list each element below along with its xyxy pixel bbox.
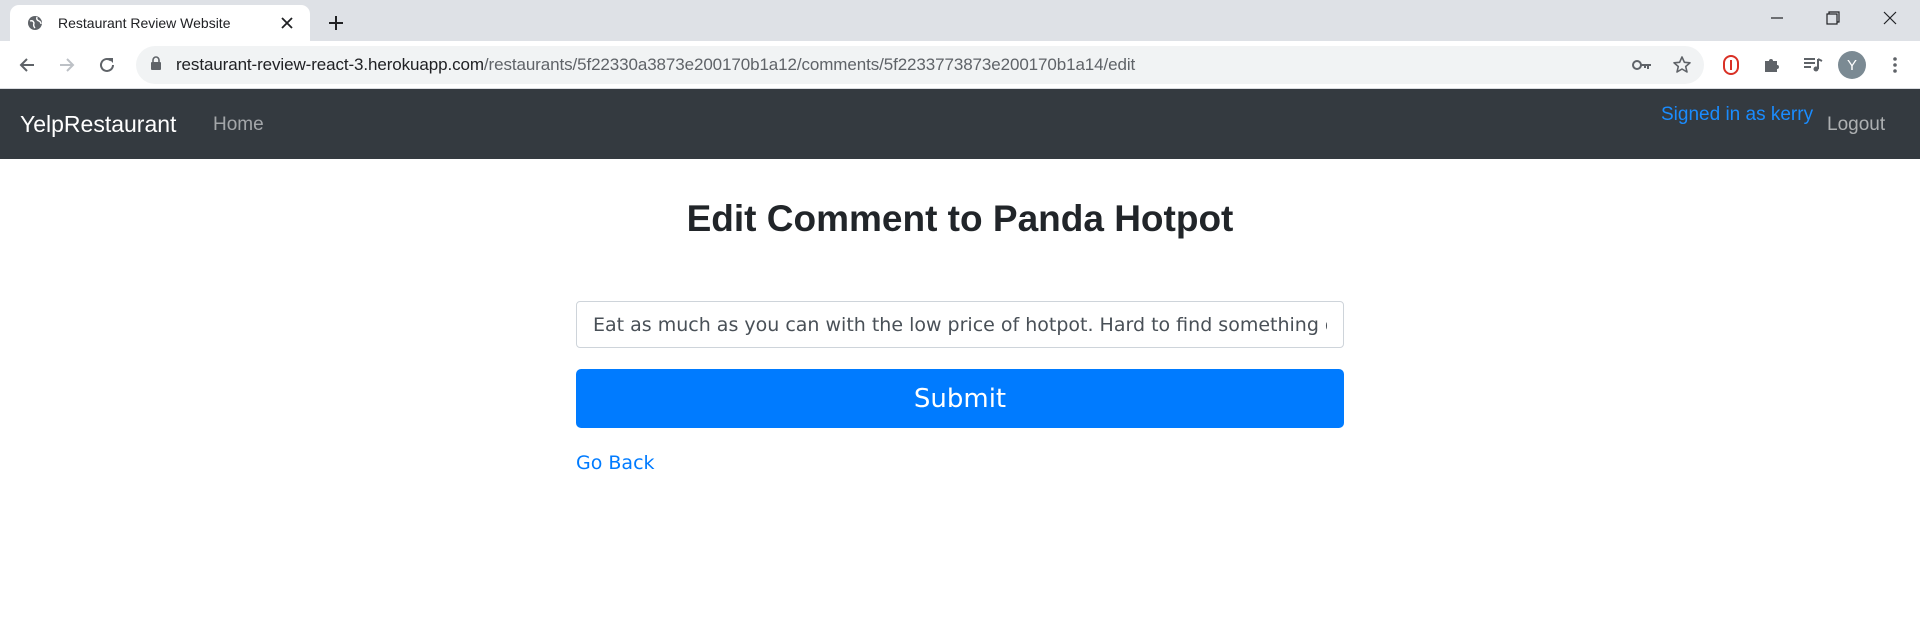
logout-link[interactable]: Logout [1827,114,1885,136]
forward-icon[interactable] [51,49,83,81]
close-icon[interactable] [276,12,298,34]
media-icon[interactable] [1797,49,1829,81]
nav-home-link[interactable]: Home [213,114,264,136]
brand-link[interactable]: YelpRestaurant [20,111,176,138]
plus-icon[interactable] [322,9,350,37]
profile-avatar[interactable]: Y [1838,51,1866,79]
site-navbar: YelpRestaurant Home Signed in as kerry L… [0,89,1920,159]
menu-dots-icon[interactable] [1879,49,1911,81]
shield-icon[interactable] [1715,49,1747,81]
page-title: Edit Comment to Panda Hotpot [686,198,1234,239]
close-window-icon[interactable] [1862,0,1918,36]
back-icon[interactable] [11,49,43,81]
star-icon[interactable] [1666,49,1698,81]
puzzle-icon[interactable] [1756,49,1788,81]
restore-icon[interactable] [1805,0,1861,36]
url-text: restaurant-review-react-3.herokuapp.com/… [176,55,1136,74]
browser-tab[interactable]: Restaurant Review Website [10,5,310,41]
globe-icon [26,14,44,32]
reload-icon[interactable] [91,49,123,81]
tab-title: Restaurant Review Website [58,15,231,31]
go-back-link[interactable]: Go Back [576,452,655,474]
submit-button[interactable]: Submit [576,369,1344,428]
key-icon[interactable] [1626,49,1658,81]
minimize-icon[interactable] [1749,0,1805,36]
signed-in-user-link[interactable]: Signed in as kerry [1661,104,1813,126]
address-bar[interactable]: restaurant-review-react-3.herokuapp.com/… [136,46,1704,84]
lock-icon [150,55,162,75]
comment-input[interactable] [576,301,1344,348]
browser-toolbar: restaurant-review-react-3.herokuapp.com/… [0,41,1920,89]
browser-tab-strip: Restaurant Review Website [0,0,1920,41]
